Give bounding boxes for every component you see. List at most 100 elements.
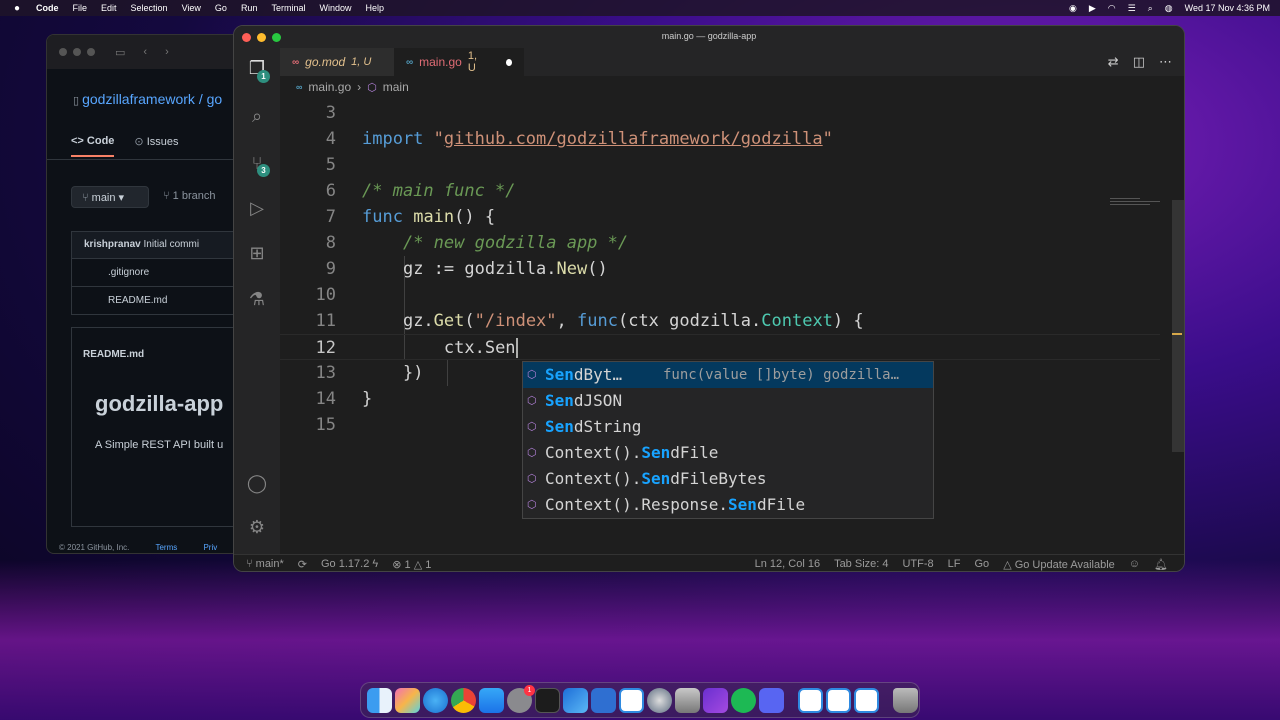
notifications-bell-icon[interactable]: 🔔︎ bbox=[1154, 558, 1168, 571]
method-icon: ⬡ bbox=[527, 394, 537, 407]
extensions-icon[interactable]: ⊞ bbox=[245, 241, 269, 265]
status-problems[interactable]: ⊗ 1 △ 1 bbox=[392, 558, 431, 571]
vscode-icon-4[interactable] bbox=[854, 687, 879, 713]
footer-privacy-link[interactable]: Priv bbox=[203, 543, 217, 552]
forward-icon[interactable]: › bbox=[165, 46, 169, 58]
status-position[interactable]: Ln 12, Col 16 bbox=[755, 558, 820, 570]
code-line: 11 gz.Get("/index", func(ctx godzilla.Co… bbox=[280, 308, 1160, 334]
back-icon[interactable]: ‹ bbox=[143, 46, 147, 58]
clock[interactable]: Wed 17 Nov 4:36 PM bbox=[1185, 3, 1270, 13]
run-debug-icon[interactable]: ▷ bbox=[245, 196, 269, 220]
suggestion-item[interactable]: ⬡ Sen dByt… func(value []byte) godzilla… bbox=[523, 362, 933, 388]
trash-icon[interactable] bbox=[893, 687, 918, 713]
menu-edit[interactable]: Edit bbox=[101, 3, 117, 13]
line-number: 14 bbox=[315, 389, 336, 409]
suggestion-item[interactable]: ⬡ Sen dString bbox=[523, 414, 933, 440]
menu-go[interactable]: Go bbox=[215, 3, 227, 13]
simulator-icon[interactable] bbox=[591, 687, 616, 713]
status-branch[interactable]: ⑂ main* bbox=[246, 558, 284, 570]
file-row[interactable]: .gitignore bbox=[71, 259, 245, 287]
feedback-icon[interactable]: ☺ bbox=[1129, 558, 1140, 570]
suggestion-item[interactable]: ⬡ Context(). Sen dFileBytes bbox=[523, 466, 933, 492]
account-icon[interactable]: ◯ bbox=[245, 471, 269, 495]
record-icon[interactable]: ◉ bbox=[1069, 3, 1077, 14]
repo-title[interactable]: ▯ godzillaframework / go bbox=[73, 91, 222, 107]
menu-terminal[interactable]: Terminal bbox=[271, 3, 305, 13]
siri-icon[interactable]: ◍ bbox=[1165, 3, 1173, 14]
tab-label: go.mod bbox=[305, 55, 346, 69]
app-store-icon[interactable] bbox=[479, 687, 504, 713]
latest-commit[interactable]: krishpranav Initial commi bbox=[71, 231, 245, 259]
menu-run[interactable]: Run bbox=[241, 3, 258, 13]
tab-code[interactable]: <> Code bbox=[71, 135, 115, 157]
xcode-icon[interactable] bbox=[563, 687, 588, 713]
zoom-dot[interactable] bbox=[87, 48, 95, 56]
testing-icon[interactable]: ⚗ bbox=[245, 287, 269, 311]
spotify-icon[interactable] bbox=[731, 687, 756, 713]
open-changes-icon[interactable]: ⇄ bbox=[1108, 54, 1119, 70]
commit-message[interactable]: Initial commi bbox=[143, 239, 199, 250]
launchpad-icon[interactable] bbox=[395, 687, 420, 713]
close-dot[interactable] bbox=[59, 48, 67, 56]
imovie-icon[interactable] bbox=[703, 687, 728, 713]
split-editor-icon[interactable]: ◫ bbox=[1133, 54, 1145, 70]
menu-file[interactable]: File bbox=[73, 3, 88, 13]
status-tab-size[interactable]: Tab Size: 4 bbox=[834, 558, 888, 570]
branch-selector[interactable]: ⑂ main ▾ bbox=[71, 186, 149, 208]
finder-icon[interactable] bbox=[367, 687, 392, 713]
menu-help[interactable]: Help bbox=[365, 3, 384, 13]
play-icon[interactable]: ▶ bbox=[1089, 3, 1096, 14]
code-text: ( bbox=[464, 311, 475, 331]
apple-icon[interactable]: ● bbox=[10, 3, 24, 14]
file-row[interactable]: README.md bbox=[71, 287, 245, 315]
code-line: 10 bbox=[280, 282, 1160, 308]
minimize-dot[interactable] bbox=[73, 48, 81, 56]
minimap[interactable] bbox=[1110, 198, 1170, 218]
disk-utility-icon[interactable] bbox=[675, 687, 700, 713]
discord-icon[interactable] bbox=[759, 687, 784, 713]
vscode-icon-3[interactable] bbox=[826, 687, 851, 713]
tab-main-go[interactable]: ∞ main.go 1, U bbox=[394, 48, 524, 76]
menu-app-name[interactable]: Code bbox=[36, 3, 59, 13]
sync-icon[interactable]: ⟳ bbox=[298, 558, 307, 571]
system-preferences-icon[interactable]: 1 bbox=[507, 684, 535, 713]
vscode-icon[interactable] bbox=[619, 687, 644, 713]
tab-issues[interactable]: ⊙ Issues bbox=[134, 135, 178, 157]
suggestion-item[interactable]: ⬡ Context(). Sen dFile bbox=[523, 440, 933, 466]
branches-link[interactable]: ⑂ 1 branch bbox=[163, 190, 215, 202]
tab-status: 1, U bbox=[351, 56, 372, 68]
commit-author[interactable]: krishpranav bbox=[84, 239, 141, 250]
status-go-update[interactable]: △ Go Update Available bbox=[1003, 558, 1115, 571]
tab-go-mod[interactable]: ∞ go.mod 1, U bbox=[280, 48, 394, 76]
settings-gear-icon[interactable]: ⚙ bbox=[245, 515, 269, 539]
suggestion-item[interactable]: ⬡ Sen dJSON bbox=[523, 388, 933, 414]
menu-view[interactable]: View bbox=[182, 3, 201, 13]
status-encoding[interactable]: UTF-8 bbox=[902, 558, 933, 570]
chrome-icon[interactable] bbox=[451, 687, 476, 713]
search-icon[interactable]: ⌕ bbox=[1148, 3, 1153, 14]
menu-selection[interactable]: Selection bbox=[131, 3, 168, 13]
control-center-icon[interactable]: ☰ bbox=[1128, 3, 1136, 14]
status-eol[interactable]: LF bbox=[948, 558, 961, 570]
status-language[interactable]: Go bbox=[975, 558, 990, 570]
status-go-version[interactable]: Go 1.17.2 ϟ bbox=[321, 558, 378, 570]
error-icon: ⊗ bbox=[392, 558, 405, 571]
vertical-scrollbar[interactable] bbox=[1172, 200, 1184, 452]
vscode-icon-2[interactable] bbox=[798, 687, 823, 713]
method-icon: ⬡ bbox=[527, 368, 537, 381]
wifi-icon[interactable]: ◠ bbox=[1108, 3, 1116, 14]
sidebar-icon[interactable]: ▭ bbox=[115, 46, 125, 59]
footer-terms-link[interactable]: Terms bbox=[155, 543, 177, 552]
proxyman-icon[interactable] bbox=[647, 687, 672, 713]
safari-icon[interactable] bbox=[423, 687, 448, 713]
import-path-link[interactable]: github.com/godzillaframework/godzilla bbox=[444, 129, 823, 149]
unsaved-dot[interactable] bbox=[505, 58, 512, 66]
title-bar: main.go — godzilla-app bbox=[234, 26, 1184, 48]
breadcrumb-file[interactable]: main.go bbox=[308, 80, 351, 94]
more-actions-icon[interactable]: ⋯ bbox=[1159, 54, 1172, 70]
menu-window[interactable]: Window bbox=[319, 3, 351, 13]
terminal-icon[interactable] bbox=[535, 687, 560, 713]
breadcrumb-symbol[interactable]: main bbox=[383, 80, 409, 94]
suggestion-item[interactable]: ⬡ Context().Response. Sen dFile bbox=[523, 492, 933, 518]
search-icon[interactable]: ⌕ bbox=[245, 104, 269, 128]
